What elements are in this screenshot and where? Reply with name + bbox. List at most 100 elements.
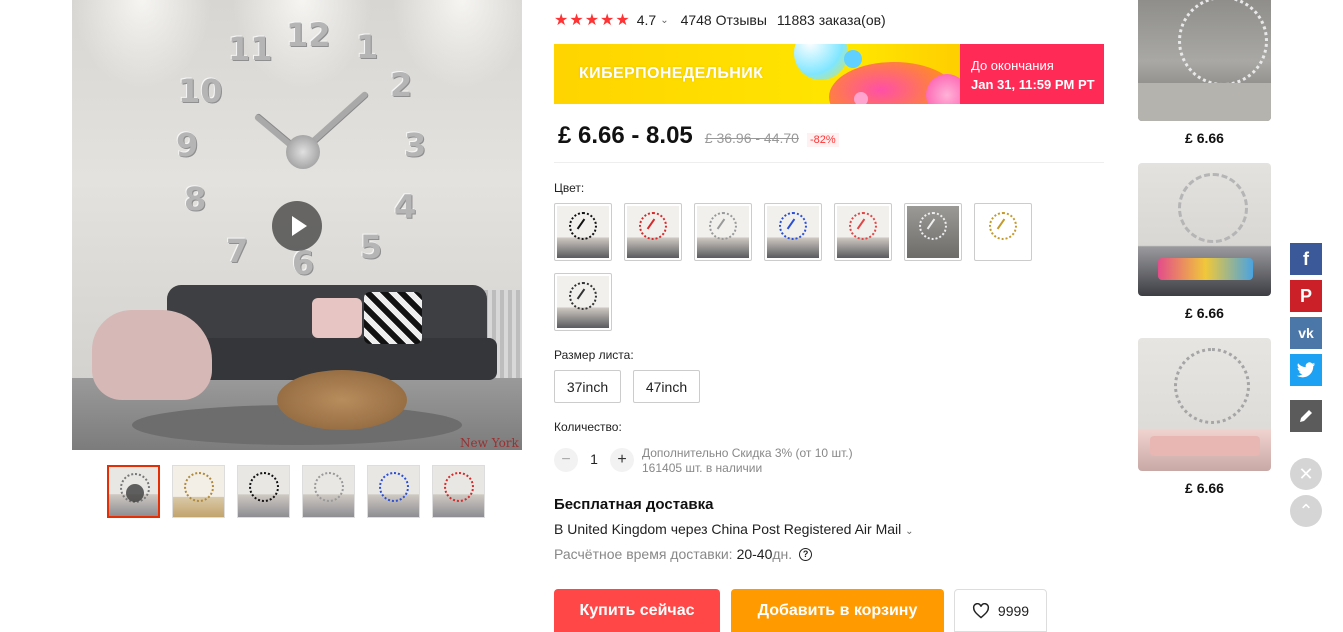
main-product-image[interactable]: 12 1 2 3 4 5 6 7 8 9 10 11 New York [72, 0, 522, 450]
image-caption: New York [460, 436, 519, 450]
clock-graphic [1174, 348, 1250, 424]
stock-count: 161405 шт. в наличии [642, 461, 763, 475]
rating-summary: ★★★★★ 4.7 ⌄ 4748 Отзывы 11883 заказа(ов) [554, 10, 886, 30]
chevron-down-icon: ⌄ [905, 526, 914, 537]
color-option-gold[interactable] [974, 203, 1032, 261]
clock-graphic [1178, 173, 1248, 243]
color-option-black-2[interactable] [554, 273, 612, 331]
color-option-black[interactable] [554, 203, 612, 261]
swatch-image [557, 206, 609, 258]
recommended-price: £ 6.66 [1185, 305, 1224, 321]
thumbnail[interactable] [432, 465, 485, 518]
color-option-silver[interactable] [694, 203, 752, 261]
clock-number: 12 [286, 16, 331, 54]
rating-stars: ★★★★★ [554, 12, 631, 29]
size-option-37inch[interactable]: 37inch [554, 370, 621, 403]
thumbnail[interactable] [367, 465, 420, 518]
chair [92, 310, 212, 400]
color-option-photo[interactable] [904, 203, 962, 261]
add-to-cart-button[interactable]: Добавить в корзину [731, 589, 944, 632]
recommended-product[interactable]: £ 6.66 [1138, 0, 1271, 146]
promo-countdown: До окончания Jan 31, 11:59 PM PT [960, 44, 1104, 104]
thumbnail[interactable] [302, 465, 355, 518]
quantity-input[interactable]: 1 [586, 451, 602, 467]
sofa-graphic [1150, 436, 1260, 456]
thumbnail[interactable] [237, 465, 290, 518]
decor-bubble [854, 92, 868, 104]
delivery-time-label: Расчётное время доставки: [554, 546, 733, 562]
scroll-up-icon[interactable]: ⌃ [1290, 495, 1322, 527]
bulk-discount-note: Дополнительно Скидка 3% (от 10 шт.) [642, 446, 853, 460]
shipping-method[interactable]: В United Kingdom через China Post Regist… [554, 521, 914, 537]
promo-banner[interactable]: КИБЕРПОНЕДЕЛЬНИК До окончания Jan 31, 11… [554, 44, 1104, 104]
size-option-47inch[interactable]: 47inch [633, 370, 700, 403]
clock-number: 2 [390, 66, 413, 104]
thumbnail[interactable] [172, 465, 225, 518]
rating-value[interactable]: 4.7 [637, 12, 656, 28]
buy-now-button[interactable]: Купить сейчас [554, 589, 720, 632]
delivery-time-unit: дн. [772, 546, 793, 562]
play-video-button[interactable] [272, 201, 322, 251]
swatch-image [767, 206, 819, 258]
quantity-note: Дополнительно Скидка 3% (от 10 шт.) 1614… [642, 446, 853, 476]
color-option-red[interactable] [624, 203, 682, 261]
chevron-down-icon[interactable]: ⌄ [660, 15, 668, 26]
color-option-red-2[interactable] [834, 203, 892, 261]
facebook-icon[interactable]: f [1290, 243, 1322, 275]
original-price: £ 36.96 - 44.70 [704, 130, 799, 146]
play-icon [126, 484, 144, 502]
clock-number: 7 [226, 232, 249, 270]
recommended-price: £ 6.66 [1185, 130, 1224, 146]
swatch-image [697, 206, 749, 258]
thumbnail-row [107, 465, 485, 518]
clock-icon [444, 472, 474, 502]
quantity-decrease-button[interactable]: − [554, 448, 578, 472]
clock-number: 3 [404, 126, 427, 164]
clock-number: 9 [176, 126, 199, 164]
pinterest-icon[interactable]: P [1290, 280, 1322, 312]
clock-icon [249, 472, 279, 502]
countdown-date: Jan 31, 11:59 PM PT [971, 77, 1095, 92]
delivery-estimate: Расчётное время доставки: 20-40 дн. ? [554, 546, 813, 562]
clock-number: 8 [184, 180, 207, 218]
orders-count: 11883 заказа(ов) [776, 12, 886, 28]
heart-icon [972, 602, 989, 619]
pencil-icon [1300, 410, 1312, 422]
pillow [364, 292, 422, 344]
swatch-image [977, 206, 1029, 258]
current-price: £ 6.66 - 8.05 [558, 122, 693, 149]
twitter-bird-icon [1296, 361, 1316, 377]
reviews-link[interactable]: 4748 Отзывы [681, 12, 767, 28]
promo-title: КИБЕРПОНЕДЕЛЬНИК [579, 65, 764, 82]
quantity-label: Количество: [554, 420, 622, 434]
quantity-increase-button[interactable]: + [610, 448, 634, 472]
clock-number: 11 [228, 30, 273, 68]
edit-icon[interactable] [1290, 400, 1322, 432]
recommended-price: £ 6.66 [1185, 480, 1224, 496]
delivery-time-value: 20-40 [736, 546, 773, 562]
recommended-product[interactable]: £ 6.66 [1138, 338, 1271, 496]
close-icon[interactable]: ✕ [1290, 458, 1322, 490]
clock-hub [286, 135, 320, 169]
wishlist-button[interactable]: 9999 [954, 589, 1047, 632]
decor-bubble [844, 50, 862, 68]
twitter-icon[interactable] [1290, 354, 1322, 386]
clock-icon [184, 472, 214, 502]
recommended-product-image [1138, 338, 1271, 471]
clock-number: 5 [360, 228, 383, 266]
discount-badge: -82% [806, 133, 839, 147]
shipping-method-text: В United Kingdom через China Post Regist… [554, 521, 902, 537]
color-label: Цвет: [554, 181, 585, 195]
recommended-product[interactable]: £ 6.66 [1138, 163, 1271, 321]
clock-number: 1 [356, 28, 379, 66]
pillow [312, 298, 362, 338]
recommended-product-image [1138, 163, 1271, 296]
thumbnail-video[interactable] [107, 465, 160, 518]
vk-icon[interactable]: vk [1290, 317, 1322, 349]
swatch-image [837, 206, 889, 258]
help-icon[interactable]: ? [799, 547, 813, 561]
swatch-image [627, 206, 679, 258]
swatch-image [907, 206, 959, 258]
color-option-blue[interactable] [764, 203, 822, 261]
clock-number: 4 [394, 188, 417, 226]
